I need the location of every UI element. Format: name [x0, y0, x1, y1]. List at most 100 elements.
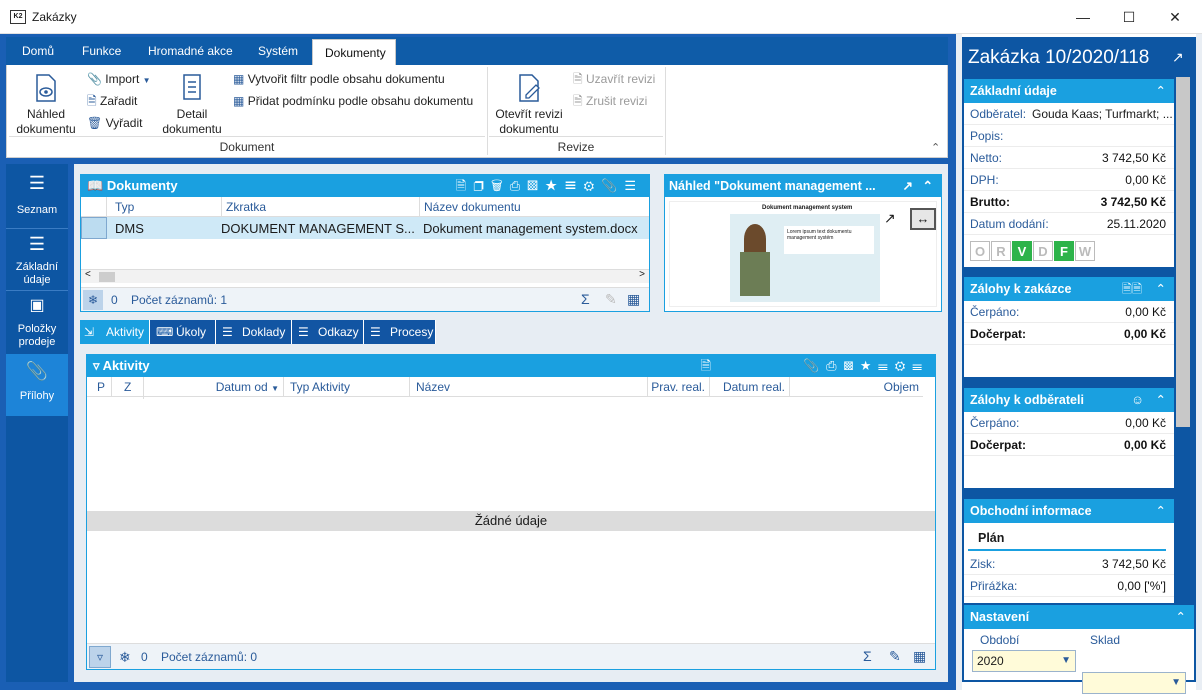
zrusit-revizi-button[interactable]: 🗎 Zrušit revizi [573, 91, 647, 111]
settings-grid-icon[interactable]: ▦ [627, 291, 640, 308]
section-obchodni-informace: Obchodní informace ⌃ Plán Zisk: 3 742,50 K… [964, 499, 1174, 603]
add-condition-icon: ▦ [233, 94, 245, 108]
tab-doklady[interactable]: ☰ Doklady [216, 320, 292, 344]
horizontal-scrollbar[interactable]: < > [81, 269, 649, 283]
status-r[interactable]: R [991, 241, 1011, 261]
tab-ukoly[interactable]: ⌨ Úkoly [150, 320, 216, 344]
documents-record-count: Počet záznamů: 1 [131, 293, 228, 307]
popout-icon[interactable]: ↗ [1172, 49, 1184, 66]
table-row[interactable]: DMS DOKUMENT MANAGEMENT S... Dokument ma… [81, 217, 649, 239]
activities-title: Aktivity [102, 358, 150, 373]
maximize-icon[interactable]: ☐ [1106, 4, 1152, 30]
minimize-icon[interactable]: — [1060, 4, 1106, 30]
sum-icon[interactable]: Σ [863, 648, 872, 664]
col-typ-aktivity[interactable]: Typ Aktivity [283, 377, 409, 397]
col-z[interactable]: Z [111, 377, 143, 397]
filter-icon: ▿ [93, 358, 100, 373]
vyradit-button[interactable]: 🗑 Vyřadit [87, 113, 142, 133]
popout-icon[interactable]: ↗ [903, 175, 913, 197]
close-icon[interactable]: ✕ [1152, 4, 1198, 30]
sidebar-item-polozky-prodeje[interactable]: ▣ Položky prodeje [6, 290, 68, 354]
col-zkratka[interactable]: Zkratka [221, 197, 266, 217]
status-d[interactable]: D [1033, 241, 1053, 261]
col-datum-real[interactable]: Datum real. [709, 377, 789, 397]
netto-row: Netto: 3 742,50 Kč [964, 147, 1174, 169]
status-w[interactable]: W [1075, 241, 1095, 261]
tab-domu[interactable]: Domů [10, 37, 66, 65]
import-button[interactable]: 📎 Import ▼ [87, 69, 151, 89]
vertical-scrollbar[interactable] [1176, 77, 1190, 427]
tab-system[interactable]: Systém [246, 37, 310, 65]
sum-icon[interactable]: Σ [581, 291, 590, 307]
uzavrit-revizi-button[interactable]: 🗎 Uzavřít revizi [573, 69, 655, 89]
activities-grid-header: P Z Datum od ▼ Typ Aktivity Název Prav. … [87, 377, 923, 399]
nahled-dokumentu-button[interactable]: Náhled dokumentu [9, 73, 83, 137]
list-icon: ☰ [222, 325, 233, 339]
chevron-up-icon[interactable]: ⌃ [1156, 499, 1166, 523]
user-list-icon[interactable]: ☺ [1131, 388, 1144, 412]
obdobi-select[interactable]: 2020 ▼ [972, 650, 1076, 672]
activities-statusbar: ▿ ❄ 0 Počet záznamů: 0 Σ ✎ ▦ [87, 643, 935, 669]
detail-label: Detail dokumentu [162, 107, 222, 136]
edit-icon[interactable]: ✎ [605, 291, 617, 308]
col-datum-od[interactable]: Datum od ▼ [143, 377, 283, 399]
col-nazev-dokumentu[interactable]: Název dokumentu [419, 197, 521, 217]
col-objem[interactable]: Objem [789, 377, 923, 397]
status-o[interactable]: O [970, 241, 990, 261]
cell-zkratka: DOKUMENT MANAGEMENT S... [221, 221, 415, 236]
sidebar-item-zakladni-udaje[interactable]: ☰ Základní údaje [6, 228, 68, 290]
status-f[interactable]: F [1054, 241, 1074, 261]
dph-row: DPH: 0,00 Kč [964, 169, 1174, 191]
chevron-up-icon[interactable]: ⌃ [1156, 388, 1166, 412]
otevrit-label: Otevřít revizi dokumentu [495, 107, 563, 136]
activities-toolbar[interactable]: 🗎 📎⎙▩★☰⚙☰ [701, 355, 929, 377]
tab-procesy[interactable]: ☰ Procesy [364, 320, 436, 344]
activities-panel: ▿ Aktivity 🗎 📎⎙▩★☰⚙☰ P Z Datum od ▼ Typ … [86, 354, 936, 670]
fit-width-icon[interactable]: ↔ [910, 208, 936, 230]
section-zalohy-odberatel: Zálohy k odběrateli ☺ ⌃ Čerpáno: 0,00 Kč Do… [964, 388, 1174, 488]
sidebar-item-prilohy[interactable]: 📎 Přílohy [6, 354, 68, 416]
tab-dokumenty[interactable]: Dokumenty [312, 39, 396, 65]
chevron-up-icon[interactable]: ⌃ [923, 175, 933, 197]
snowflake-icon[interactable]: ❄ [83, 290, 103, 310]
activity-icon: ⇲ [84, 325, 95, 339]
snowflake-icon[interactable]: ❄ [119, 649, 131, 666]
popout-icon[interactable]: ↗ [884, 210, 896, 227]
list-icon: ☰ [28, 173, 46, 193]
col-prav-real[interactable]: Prav. real. [647, 377, 709, 397]
filter-toggle-icon[interactable]: ▿ [89, 646, 111, 668]
chevron-up-icon[interactable]: ⌃ [1156, 277, 1166, 301]
otevrit-revizi-button[interactable]: Otevřít revizi dokumentu [491, 73, 567, 137]
edit-icon[interactable]: ✎ [889, 648, 901, 665]
sidebar-item-seznam[interactable]: ☰ Seznam [6, 172, 68, 228]
status-v[interactable]: V [1012, 241, 1032, 261]
cell-nazev: Dokument management system.docx [423, 221, 638, 236]
documents-toolbar[interactable]: 🗎❐🗑⎙▩★☰⚙📎☰ [456, 175, 643, 197]
collapse-ribbon-icon[interactable]: ⌃ [931, 141, 940, 154]
document-preview-image: Dokument management system Lorem ipsum t… [669, 201, 937, 307]
tab-hromadne-akce[interactable]: Hromadné akce [136, 37, 245, 65]
document-detail-icon [183, 74, 201, 100]
col-nazev[interactable]: Název [409, 377, 647, 397]
tab-aktivity[interactable]: ⇲ Aktivity [80, 320, 150, 344]
datum-dodani-row: Datum dodání: 25.11.2020 [964, 213, 1174, 235]
tab-funkce[interactable]: Funkce [70, 37, 133, 65]
col-typ[interactable]: Typ [115, 197, 134, 217]
documents-icon[interactable]: 🗎🗎 [1122, 277, 1142, 301]
vytvorit-filtr-button[interactable]: ▦ Vytvořit filtr podle obsahu dokumentu [233, 69, 445, 89]
chevron-down-icon: ▼ [1171, 677, 1181, 688]
sklad-select[interactable]: ▼ [1082, 672, 1186, 694]
plan-heading: Plán [968, 523, 1166, 551]
tab-odkazy[interactable]: ☰ Odkazy [292, 320, 364, 344]
docerpat-row: Dočerpat: 0,00 Kč [964, 434, 1174, 456]
detail-dokumentu-button[interactable]: Detail dokumentu [157, 73, 227, 137]
pridat-podminku-button[interactable]: ▦ Přidat podmínku podle obsahu dokumentu [233, 91, 473, 111]
window-title: Zakázky [32, 10, 77, 24]
chevron-up-icon[interactable]: ⌃ [1176, 605, 1186, 629]
col-p[interactable]: P [97, 377, 105, 397]
section-zalohy-zakazka: Zálohy k zakázce 🗎🗎 ⌃ Čerpáno: 0,00 Kč Doče… [964, 277, 1174, 377]
settings-grid-icon[interactable]: ▦ [913, 648, 926, 665]
chevron-up-icon[interactable]: ⌃ [1156, 79, 1166, 103]
prirazka-row: Přirážka: 0,00 ['%'] [964, 575, 1174, 597]
zaradit-button[interactable]: 🗎 Zařadit [87, 91, 137, 111]
